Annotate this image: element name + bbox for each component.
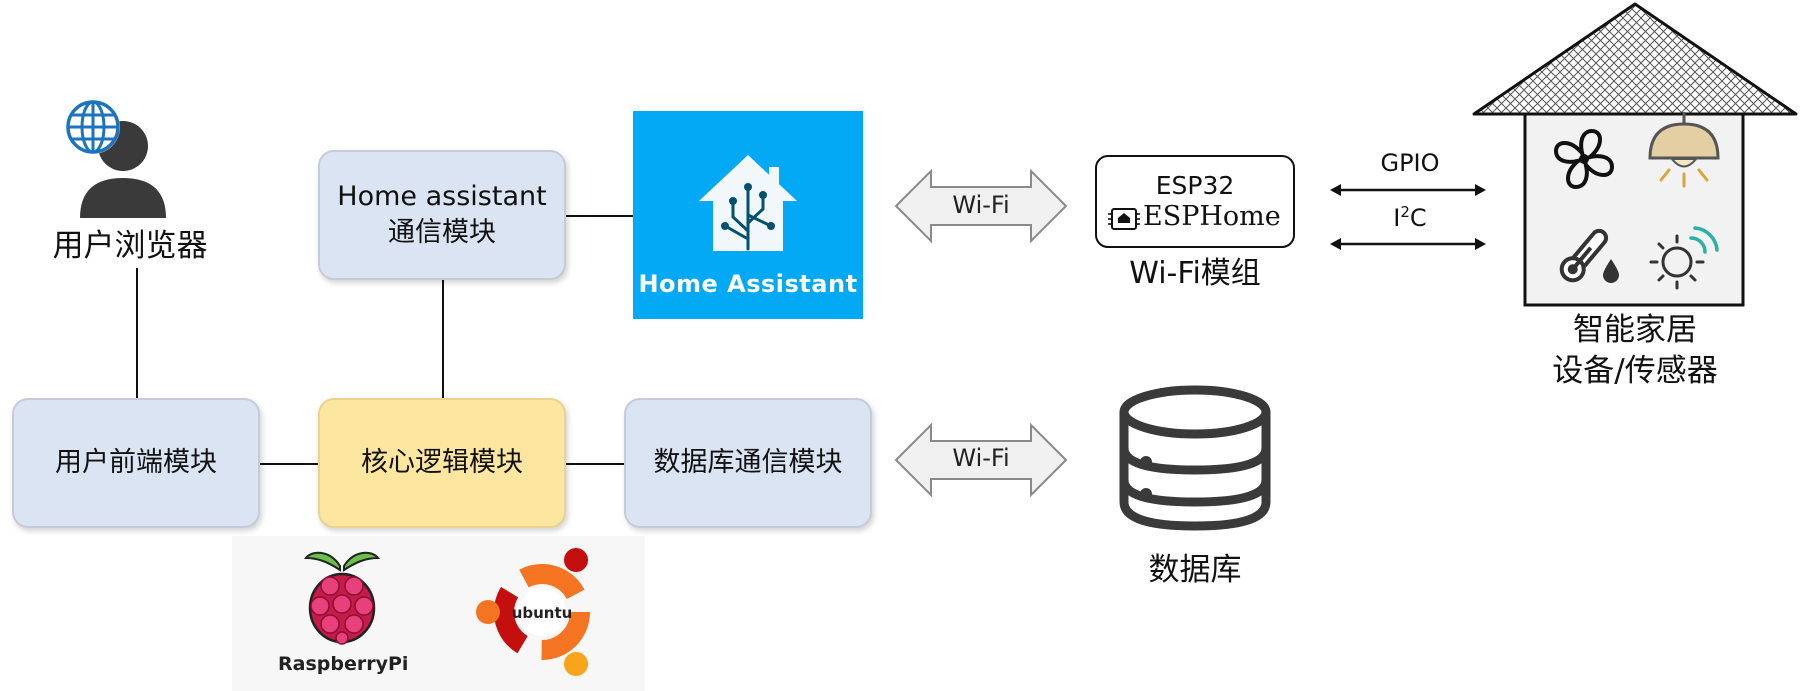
connector-user-frontend xyxy=(136,268,138,398)
raspberry-pi-icon xyxy=(303,551,381,645)
ha-house-icon xyxy=(699,155,797,251)
gpio-arrow xyxy=(1330,184,1486,196)
connector-frontend-core xyxy=(260,463,320,465)
wifi-bottom-label: Wi-Fi xyxy=(952,444,1010,472)
core-logic-module: 核心逻辑模块 xyxy=(318,398,566,528)
db-comm-label: 数据库通信模块 xyxy=(653,447,843,478)
esphome-text: ESPHome xyxy=(1143,201,1281,232)
database-label: 数据库 xyxy=(1148,552,1242,588)
smart-home-label-2: 设备/传感器 xyxy=(1552,353,1718,389)
home-assistant-logo: Home Assistant xyxy=(633,111,863,319)
esp32-module: ESP32 ESPHome xyxy=(1095,155,1295,248)
i2c-label: I2C xyxy=(1360,203,1460,232)
ubuntu-label: ubuntu xyxy=(512,604,573,622)
connector-ha-core xyxy=(442,278,444,400)
esp32-title: ESP32 xyxy=(1155,171,1235,200)
ha-comm-line2: 通信模块 xyxy=(388,217,496,248)
lamp-icon xyxy=(1648,112,1720,188)
raspberry-pi-label: RaspberryPi xyxy=(278,653,409,675)
ubuntu-logo-icon: ubuntu xyxy=(476,548,590,676)
wifi-top-label: Wi-Fi xyxy=(952,191,1010,219)
gpio-label: GPIO xyxy=(1380,149,1440,177)
wifi-module-label: Wi-Fi模组 xyxy=(1129,256,1261,291)
connector-core-db xyxy=(565,463,625,465)
esphome-chip-icon xyxy=(1108,208,1140,230)
user-globe-icon xyxy=(60,96,170,226)
frontend-module: 用户前端模块 xyxy=(12,398,260,528)
core-logic-label: 核心逻辑模块 xyxy=(361,447,523,478)
fan-icon xyxy=(1554,129,1614,189)
smart-home-label-1: 智能家居 xyxy=(1573,312,1697,348)
i2c-sup: 2 xyxy=(1400,203,1410,221)
user-browser-label: 用户浏览器 xyxy=(52,228,208,264)
database-icon xyxy=(1119,385,1271,531)
frontend-module-label: 用户前端模块 xyxy=(55,447,217,478)
smart-home-house-icon xyxy=(1472,2,1798,307)
ha-logo-text: Home Assistant xyxy=(638,270,858,298)
i2c-arrow xyxy=(1330,238,1486,250)
i2c-tail: C xyxy=(1409,204,1427,232)
ha-comm-line1: Home assistant xyxy=(337,181,547,212)
ha-comm-module: Home assistant 通信模块 xyxy=(318,150,566,280)
db-comm-module: 数据库通信模块 xyxy=(624,398,872,528)
connector-hacomm-ha xyxy=(565,215,633,217)
thermometer-icon xyxy=(1559,228,1619,283)
light-sensor-icon xyxy=(1649,226,1719,290)
